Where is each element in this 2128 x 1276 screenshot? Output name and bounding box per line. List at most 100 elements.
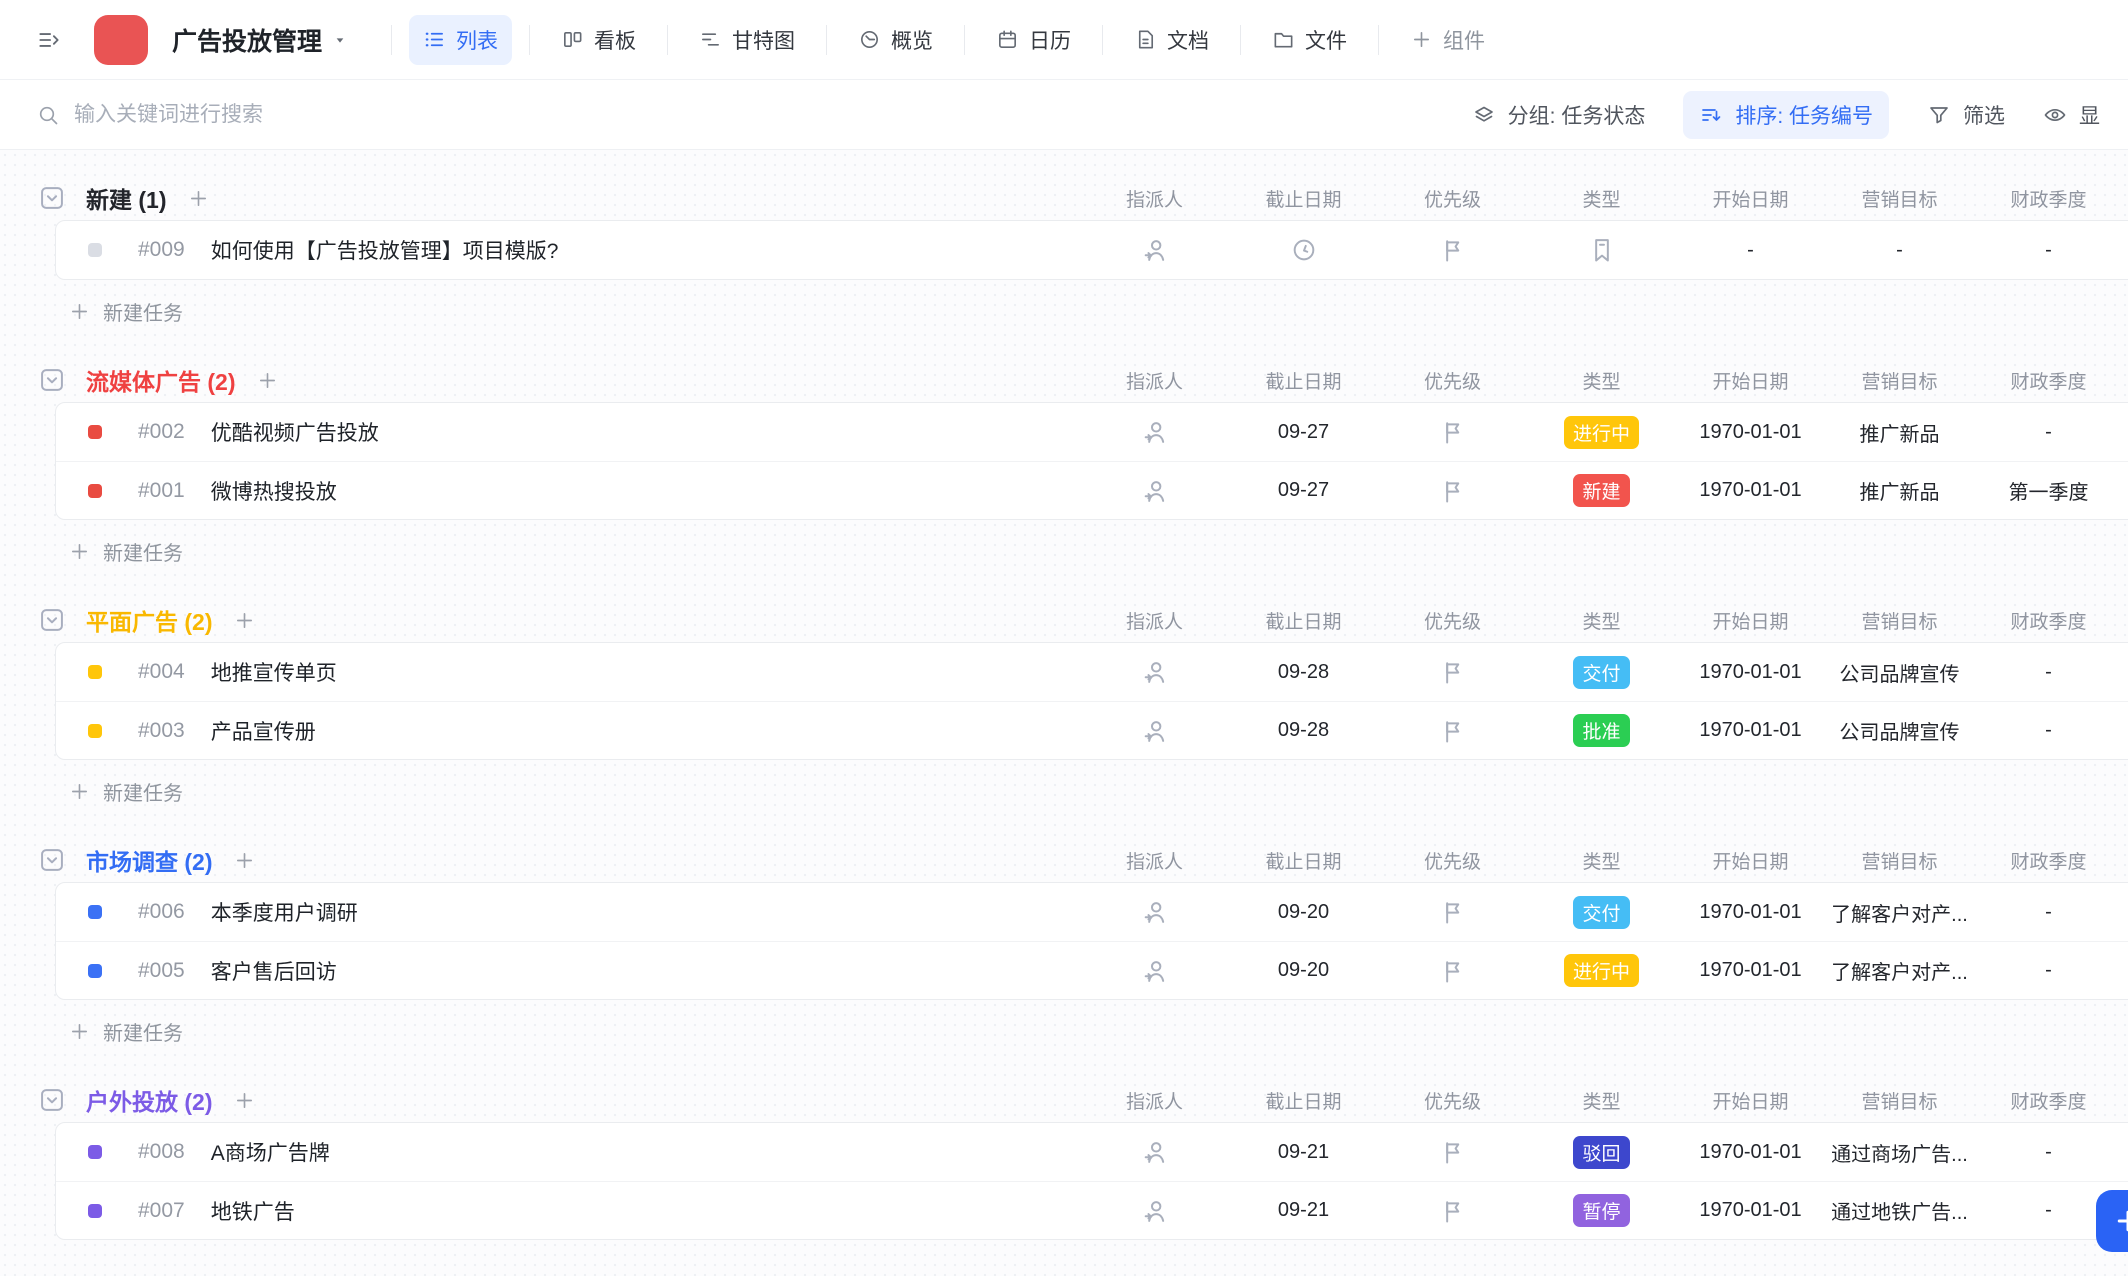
assignee-cell[interactable] xyxy=(1080,418,1229,446)
priority-cell[interactable] xyxy=(1378,658,1527,686)
tab-看板[interactable]: 看板 xyxy=(547,15,650,65)
type-cell[interactable]: 驳回 xyxy=(1527,1136,1676,1169)
collapse-group-icon[interactable] xyxy=(38,1086,66,1114)
fiscal-quarter-cell[interactable]: - xyxy=(1974,239,2123,262)
marketing-goal-cell[interactable]: 了解客户对产... xyxy=(1825,956,1974,985)
start-date-cell[interactable]: 1970-01-01 xyxy=(1676,1141,1825,1164)
toolbar-control[interactable]: 排序: 任务编号 xyxy=(1683,91,1889,139)
marketing-goal-cell[interactable]: 公司品牌宣传 xyxy=(1825,716,1974,745)
start-date-cell[interactable]: 1970-01-01 xyxy=(1676,959,1825,982)
collapse-group-icon[interactable] xyxy=(38,366,66,394)
marketing-goal-cell[interactable]: 推广新品 xyxy=(1825,476,1974,505)
new-task-button[interactable]: 新建任务 xyxy=(68,534,183,568)
fiscal-quarter-cell[interactable]: 第一季度 xyxy=(1974,476,2123,505)
collapse-group-icon[interactable] xyxy=(38,846,66,874)
fiscal-quarter-cell[interactable]: - xyxy=(1974,959,2123,982)
new-task-button[interactable]: 新建任务 xyxy=(68,1014,183,1048)
assignee-cell[interactable] xyxy=(1080,717,1229,745)
new-task-button[interactable]: 新建任务 xyxy=(68,774,183,808)
task-title[interactable]: 产品宣传册 xyxy=(211,716,316,746)
add-task-to-group-icon[interactable] xyxy=(233,1089,256,1112)
assignee-cell[interactable] xyxy=(1080,957,1229,985)
marketing-goal-cell[interactable]: 通过地铁广告... xyxy=(1825,1196,1974,1225)
task-row[interactable]: #009 如何使用【广告投放管理】项目模版? - - - xyxy=(56,221,2128,279)
marketing-goal-cell[interactable]: 推广新品 xyxy=(1825,418,1974,447)
priority-cell[interactable] xyxy=(1378,898,1527,926)
task-title[interactable]: 微博热搜投放 xyxy=(211,476,337,506)
start-date-cell[interactable]: - xyxy=(1676,239,1825,262)
search-bar[interactable] xyxy=(36,103,1472,127)
assignee-cell[interactable] xyxy=(1080,898,1229,926)
sidebar-toggle-icon[interactable] xyxy=(36,27,62,53)
type-cell[interactable]: 交付 xyxy=(1527,896,1676,929)
priority-cell[interactable] xyxy=(1378,957,1527,985)
type-cell[interactable]: 暂停 xyxy=(1527,1194,1676,1227)
fiscal-quarter-cell[interactable]: - xyxy=(1974,719,2123,742)
add-task-to-group-icon[interactable] xyxy=(256,369,279,392)
task-title[interactable]: 地铁广告 xyxy=(211,1196,295,1226)
collapse-group-icon[interactable] xyxy=(38,606,66,634)
priority-cell[interactable] xyxy=(1378,236,1527,264)
start-date-cell[interactable]: 1970-01-01 xyxy=(1676,421,1825,444)
tab-列表[interactable]: 列表 xyxy=(409,15,512,65)
task-title[interactable]: 优酷视频广告投放 xyxy=(211,417,379,447)
task-row[interactable]: #004 地推宣传单页 09-28 交付 1970-01-01 公司品牌宣传 - xyxy=(56,643,2128,701)
fiscal-quarter-cell[interactable]: - xyxy=(1974,901,2123,924)
task-row[interactable]: #003 产品宣传册 09-28 批准 1970-01-01 公司品牌宣传 - xyxy=(56,701,2128,759)
due-date-cell[interactable]: 09-28 xyxy=(1229,719,1378,742)
task-row[interactable]: #002 优酷视频广告投放 09-27 进行中 1970-01-01 推广新品 … xyxy=(56,403,2128,461)
due-date-cell[interactable] xyxy=(1229,236,1378,264)
task-title[interactable]: 本季度用户调研 xyxy=(211,897,358,927)
assignee-cell[interactable] xyxy=(1080,1138,1229,1166)
toolbar-control[interactable]: 显 xyxy=(2043,100,2100,130)
fiscal-quarter-cell[interactable]: - xyxy=(1974,661,2123,684)
start-date-cell[interactable]: 1970-01-01 xyxy=(1676,661,1825,684)
assignee-cell[interactable] xyxy=(1080,658,1229,686)
task-row[interactable]: #007 地铁广告 09-21 暂停 1970-01-01 通过地铁广告... … xyxy=(56,1181,2128,1239)
assignee-cell[interactable] xyxy=(1080,236,1229,264)
collapse-group-icon[interactable] xyxy=(38,184,66,212)
task-row[interactable]: #001 微博热搜投放 09-27 新建 1970-01-01 推广新品 第一季… xyxy=(56,461,2128,519)
due-date-cell[interactable]: 09-21 xyxy=(1229,1141,1378,1164)
project-title-dropdown[interactable]: 广告投放管理 xyxy=(172,22,348,58)
assignee-cell[interactable] xyxy=(1080,477,1229,505)
due-date-cell[interactable]: 09-27 xyxy=(1229,479,1378,502)
type-cell[interactable]: 批准 xyxy=(1527,714,1676,747)
marketing-goal-cell[interactable]: 公司品牌宣传 xyxy=(1825,658,1974,687)
priority-cell[interactable] xyxy=(1378,1197,1527,1225)
marketing-goal-cell[interactable]: 通过商场广告... xyxy=(1825,1138,1974,1167)
due-date-cell[interactable]: 09-21 xyxy=(1229,1199,1378,1222)
start-date-cell[interactable]: 1970-01-01 xyxy=(1676,719,1825,742)
type-cell[interactable]: 进行中 xyxy=(1527,416,1676,449)
tab-文件[interactable]: 文件 xyxy=(1258,15,1361,65)
add-task-to-group-icon[interactable] xyxy=(233,849,256,872)
add-task-to-group-icon[interactable] xyxy=(233,609,256,632)
tab-文档[interactable]: 文档 xyxy=(1120,15,1223,65)
priority-cell[interactable] xyxy=(1378,1138,1527,1166)
assignee-cell[interactable] xyxy=(1080,1197,1229,1225)
add-task-to-group-icon[interactable] xyxy=(187,187,210,210)
task-title[interactable]: 如何使用【广告投放管理】项目模版? xyxy=(211,235,559,265)
task-title[interactable]: 地推宣传单页 xyxy=(211,657,337,687)
task-row[interactable]: #008 A商场广告牌 09-21 驳回 1970-01-01 通过商场广告..… xyxy=(56,1123,2128,1181)
due-date-cell[interactable]: 09-20 xyxy=(1229,901,1378,924)
start-date-cell[interactable]: 1970-01-01 xyxy=(1676,1199,1825,1222)
tab-概览[interactable]: 概览 xyxy=(844,15,947,65)
marketing-goal-cell[interactable]: 了解客户对产... xyxy=(1825,898,1974,927)
due-date-cell[interactable]: 09-28 xyxy=(1229,661,1378,684)
tab-甘特图[interactable]: 甘特图 xyxy=(685,15,809,65)
create-task-fab[interactable] xyxy=(2096,1190,2128,1252)
priority-cell[interactable] xyxy=(1378,477,1527,505)
priority-cell[interactable] xyxy=(1378,418,1527,446)
due-date-cell[interactable]: 09-20 xyxy=(1229,959,1378,982)
fiscal-quarter-cell[interactable]: - xyxy=(1974,1141,2123,1164)
marketing-goal-cell[interactable]: - xyxy=(1825,239,1974,262)
type-cell[interactable]: 进行中 xyxy=(1527,954,1676,987)
task-title[interactable]: A商场广告牌 xyxy=(211,1137,330,1167)
toolbar-control[interactable]: 筛选 xyxy=(1927,100,2005,130)
fiscal-quarter-cell[interactable]: - xyxy=(1974,421,2123,444)
priority-cell[interactable] xyxy=(1378,717,1527,745)
tab-组件[interactable]: 组件 xyxy=(1396,15,1499,65)
due-date-cell[interactable]: 09-27 xyxy=(1229,421,1378,444)
type-cell[interactable]: 交付 xyxy=(1527,656,1676,689)
